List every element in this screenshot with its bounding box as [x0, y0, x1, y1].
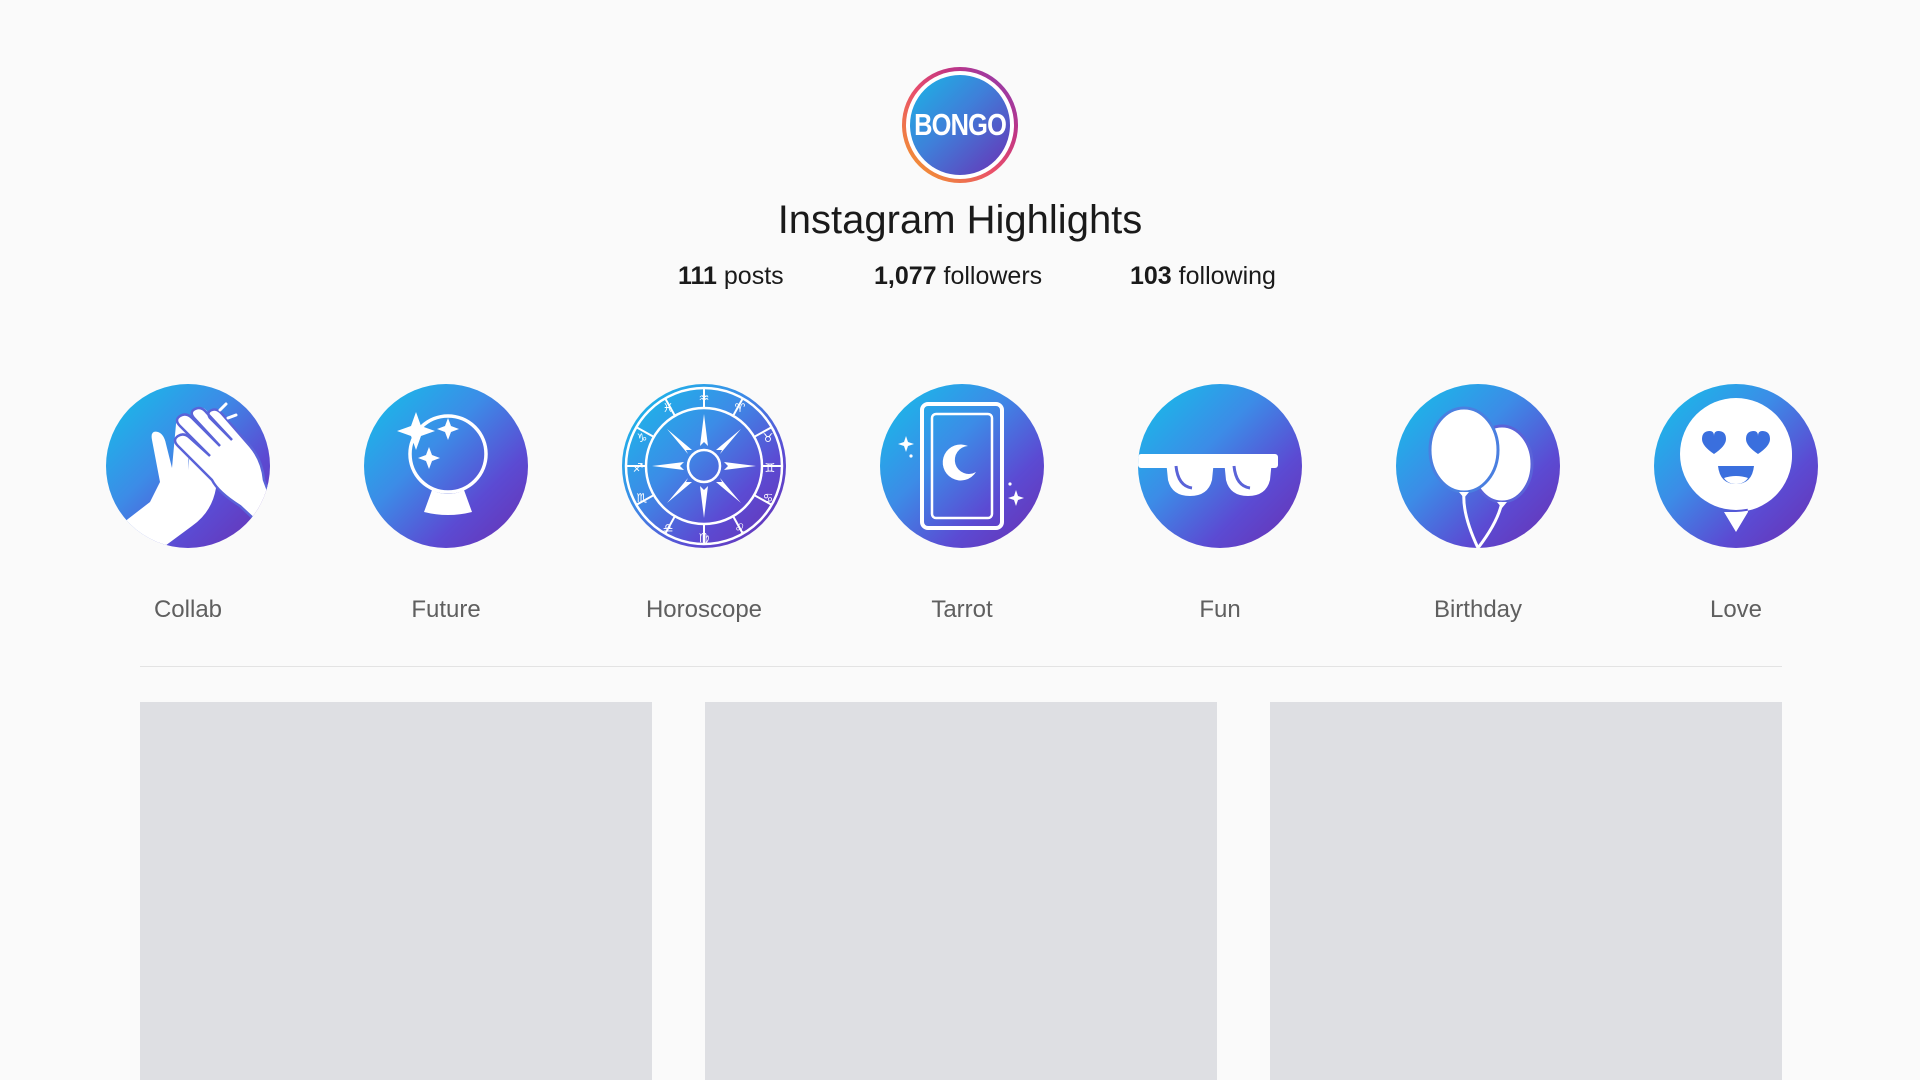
- svg-text:♎: ♎: [663, 521, 674, 535]
- profile-title: Instagram Highlights: [777, 198, 1143, 242]
- post-tile[interactable]: [705, 702, 1217, 1080]
- posts-label: posts: [723, 262, 784, 290]
- heart-eyes-emoji-icon: [1680, 398, 1792, 532]
- avatar-logo-text: BONGO: [914, 107, 1007, 142]
- stat-followers[interactable]: 1,077 followers: [874, 262, 1042, 291]
- highlight-future[interactable]: Future: [346, 384, 546, 624]
- post-tile[interactable]: [1270, 702, 1782, 1080]
- svg-text:♊: ♊: [765, 461, 776, 475]
- highlight-label: Future: [411, 596, 481, 623]
- sunglasses-icon: [1138, 454, 1278, 496]
- post-tile[interactable]: [140, 702, 652, 1080]
- stat-posts[interactable]: 111 posts: [678, 262, 784, 291]
- svg-text:♉: ♉: [763, 431, 774, 445]
- highlight-collab[interactable]: Collab: [88, 384, 288, 624]
- crystal-ball-icon: [397, 412, 488, 515]
- highlight-love[interactable]: Love: [1636, 384, 1836, 624]
- followers-label: followers: [943, 262, 1043, 290]
- section-divider: [140, 666, 1782, 667]
- highlight-horoscope[interactable]: ♒ ♈ ♉ ♊ ♋ ♌ ♍ ♎ ♏ ♐ ♑ ♓ Horoscope: [604, 384, 804, 624]
- highlight-label: Birthday: [1433, 596, 1523, 623]
- avatar-logo: BONGO: [910, 75, 1010, 175]
- highlight-birthday[interactable]: Birthday: [1378, 384, 1578, 624]
- svg-text:♐: ♐: [633, 461, 644, 475]
- svg-text:♒: ♒: [699, 391, 710, 405]
- followers-count: 1,077: [874, 262, 937, 290]
- profile-page: BONGO Instagram Highlights 111 posts 1,0…: [0, 0, 1920, 1080]
- profile-stats: 111 posts 1,077 followers 103 following: [0, 262, 1920, 292]
- profile-avatar[interactable]: BONGO: [902, 67, 1018, 183]
- svg-text:♏: ♏: [637, 491, 648, 505]
- highlight-tarot[interactable]: Tarrot: [862, 384, 1062, 624]
- highlight-fun[interactable]: Fun: [1120, 384, 1320, 624]
- tarot-card-icon: [898, 402, 1024, 530]
- highlight-label: Collab: [153, 596, 223, 623]
- posts-count: 111: [678, 262, 717, 290]
- balloons-icon: [1428, 406, 1534, 548]
- stat-following[interactable]: 103 following: [1130, 262, 1276, 291]
- zodiac-wheel-icon: ♒ ♈ ♉ ♊ ♋ ♌ ♍ ♎ ♏ ♐ ♑ ♓: [624, 386, 784, 546]
- svg-text:♌: ♌: [735, 521, 746, 535]
- highlights-row: Collab Future ♒ ♈ ♉ ♊ ♋ ♌ ♍ ♎ ♏ ♐ ♑ ♓ Ho…: [0, 384, 1920, 644]
- following-label: following: [1178, 262, 1276, 290]
- highlight-label: Fun: [1199, 596, 1241, 623]
- following-count: 103: [1130, 262, 1172, 290]
- clapping-hands-icon: [106, 402, 270, 548]
- svg-text:♍: ♍: [699, 531, 710, 545]
- svg-text:♑: ♑: [637, 431, 648, 445]
- highlight-label: Love: [1709, 596, 1763, 623]
- svg-text:♋: ♋: [763, 491, 774, 505]
- highlight-label: Horoscope: [645, 596, 763, 623]
- highlight-label: Tarrot: [931, 596, 993, 623]
- svg-text:♓: ♓: [663, 401, 674, 415]
- svg-text:♈: ♈: [735, 401, 746, 415]
